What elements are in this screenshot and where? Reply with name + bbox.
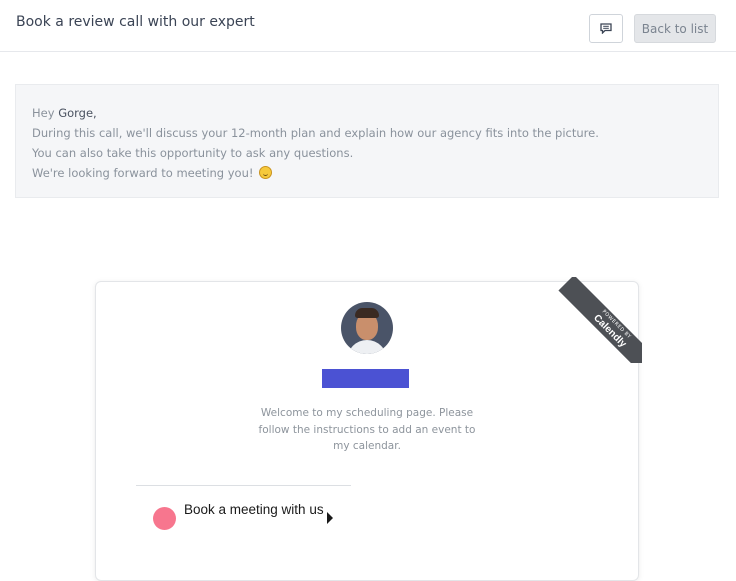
- chevron-right-icon: [327, 512, 333, 524]
- event-color-dot: [153, 507, 176, 530]
- chat-button[interactable]: [589, 14, 623, 43]
- welcome-text: Welcome to my scheduling page. Please fo…: [258, 407, 476, 452]
- event-type-label: Book a meeting with us: [184, 502, 324, 517]
- page-title: Book a review call with our expert: [16, 14, 255, 30]
- recipient-name: Gorge,: [58, 106, 97, 120]
- message-line-3-text: We're looking forward to meeting you!: [32, 166, 254, 180]
- event-type-book-meeting[interactable]: Book a meeting with us: [136, 495, 351, 541]
- message-line-1: During this call, we'll discuss your 12-…: [32, 126, 599, 140]
- host-name-redacted: [322, 369, 409, 388]
- greeting-line: Hey Gorge,: [32, 103, 702, 123]
- event-divider: [136, 485, 351, 486]
- message-line-2: You can also take this opportunity to as…: [32, 146, 354, 160]
- page-header: Book a review call with our expert Back …: [0, 0, 736, 52]
- message-line-3: We're looking forward to meeting you!: [32, 163, 702, 183]
- avatar-shirt: [347, 340, 387, 354]
- back-to-list-button[interactable]: Back to list: [634, 14, 716, 43]
- smiley-emoji-icon: [259, 166, 273, 179]
- avatar-hair: [355, 308, 379, 318]
- host-avatar: [341, 302, 393, 354]
- greeting-word: Hey: [32, 106, 55, 120]
- chat-bubble-icon: [600, 23, 612, 34]
- intro-message: Hey Gorge, During this call, we'll discu…: [15, 84, 719, 198]
